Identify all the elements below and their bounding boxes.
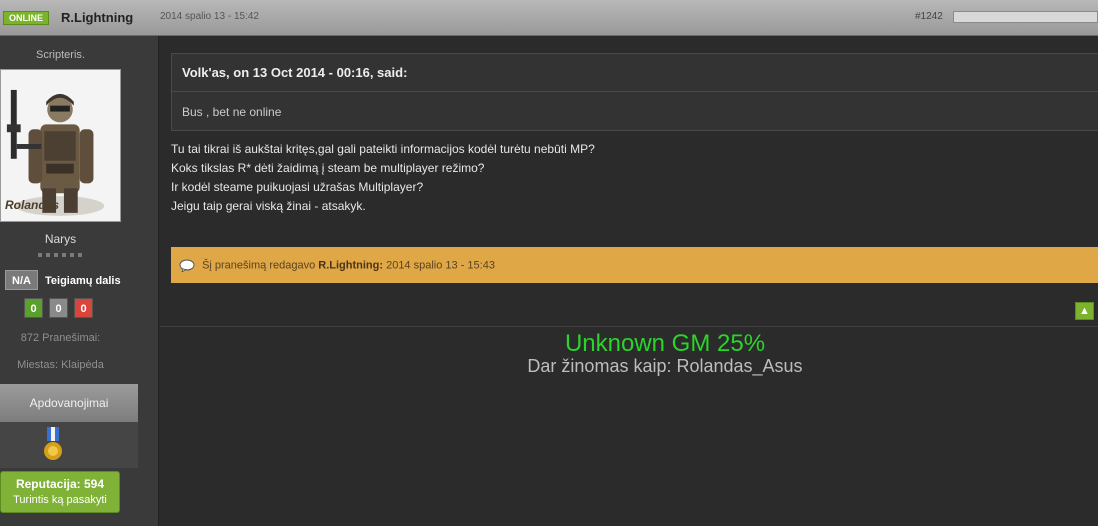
avatar[interactable]: Rolandas <box>0 69 121 222</box>
quote-body: Bus , bet ne online <box>182 105 282 119</box>
author-sidebar: Scripteris. Rolandas Narys N/A Teigiamų … <box>0 36 159 526</box>
post-date: 2014 spalio 13 - 15:42 <box>160 11 259 22</box>
post-line: Tu tai tikrai iš aukštai kritęs,gal gali… <box>171 142 595 156</box>
signature-divider <box>160 326 1098 327</box>
rank-pip <box>38 253 42 257</box>
vote-counts: 0 0 0 <box>24 298 93 318</box>
signature-title: Unknown GM 25% <box>564 330 766 357</box>
positive-ratio-label: Teigiamų dalis <box>45 275 121 287</box>
edit-date: 2014 spalio 13 - 15:43 <box>386 259 495 272</box>
post-line: Koks tikslas R* dėti žaidimą į steam be … <box>171 161 485 175</box>
rank-pip <box>62 253 66 257</box>
positive-votes: 0 <box>24 298 43 318</box>
speech-bubble-icon <box>179 259 195 272</box>
post-line: Ir kodėl steame puikuojasi užrašas Multi… <box>171 180 424 194</box>
reputation-box: Reputacija: 594 Turintis ką pasakyti <box>0 471 120 513</box>
rank-pip <box>46 253 50 257</box>
signature-subtitle: Dar žinomas kaip: Rolandas_Asus <box>527 356 803 376</box>
online-badge: ONLINE <box>3 11 50 25</box>
reputation-bar <box>953 11 1098 23</box>
back-to-top-button[interactable]: ▲ <box>1075 302 1094 320</box>
rank-pip <box>70 253 74 257</box>
arrow-up-icon: ▲ <box>1079 305 1090 317</box>
edit-prefix: Šį pranešimą redagavo <box>202 259 316 272</box>
reputation-text: Turintis ką pasakyti <box>13 494 107 506</box>
awards-tab[interactable]: Apdovanojimai <box>0 384 138 422</box>
negative-votes: 0 <box>74 298 93 318</box>
reputation-value: Reputacija: 594 <box>15 477 105 491</box>
edit-editor: R.Lightning: <box>318 259 384 272</box>
post-number-link[interactable]: #1242 <box>915 11 943 22</box>
post-line: Jeigu taip gerai viską žinai - atsakyk. <box>171 199 366 213</box>
medal-icon[interactable] <box>42 427 64 463</box>
author-name-link[interactable]: R.Lightning <box>61 10 133 25</box>
post-header: ONLINE R.Lightning 2014 spalio 13 - 15:4… <box>0 0 1098 36</box>
rank-pip <box>78 253 82 257</box>
awards-panel <box>0 422 138 468</box>
rank-pips <box>38 253 82 257</box>
avatar-watermark: Rolandas <box>5 198 60 212</box>
positive-ratio-value: N/A <box>5 270 38 290</box>
edit-notice: Šį pranešimą redagavo R.Lightning: 2014 … <box>171 247 1098 283</box>
post-content: Tu tai tikrai iš aukštai kritęs,gal gali… <box>171 140 1071 216</box>
quote-block: Volk'as, on 13 Oct 2014 - 00:16, said: B… <box>171 53 1098 131</box>
quote-header: Volk'as, on 13 Oct 2014 - 00:16, said: <box>172 54 1098 92</box>
rank-pip <box>54 253 58 257</box>
user-city: Miestas: Klaipėda <box>17 359 104 371</box>
neutral-votes: 0 <box>49 298 68 318</box>
post-count: 872 Pranešimai: <box>20 332 101 344</box>
user-group: Narys <box>44 232 77 246</box>
user-title: Scripteris. <box>36 49 85 61</box>
